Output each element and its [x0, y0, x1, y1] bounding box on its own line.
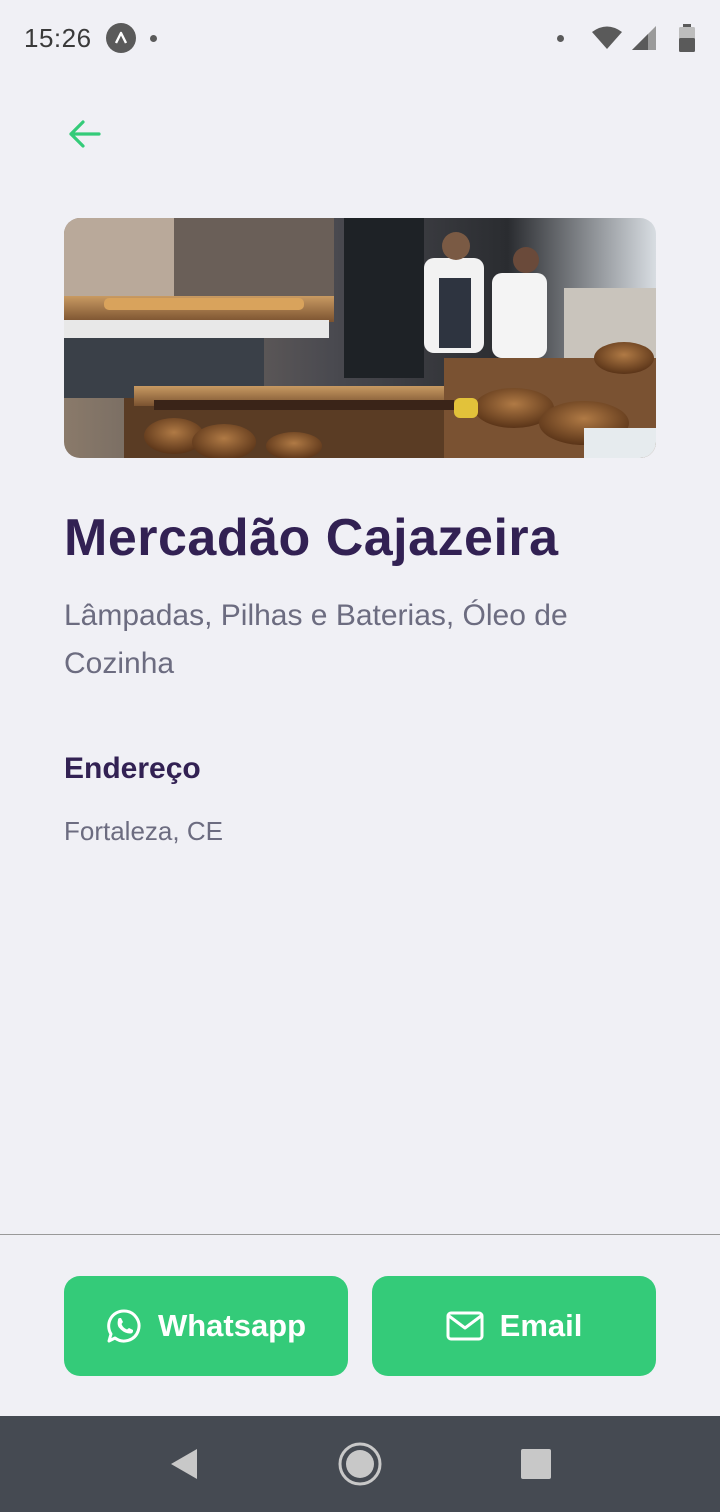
- whatsapp-label: Whatsapp: [157, 1308, 307, 1343]
- status-time: 15:26: [24, 22, 92, 53]
- battery-icon: [679, 24, 695, 52]
- dot-icon: [557, 34, 564, 42]
- status-left: 15:26: [24, 23, 157, 54]
- nav-home-button[interactable]: [332, 1436, 388, 1492]
- mail-icon: [446, 1311, 484, 1341]
- nav-recents-button[interactable]: [508, 1436, 564, 1492]
- recents-square-icon: [521, 1449, 551, 1479]
- email-button[interactable]: Email: [372, 1276, 656, 1376]
- point-image: [64, 218, 656, 458]
- whatsapp-button[interactable]: Whatsapp: [64, 1276, 348, 1376]
- nav-back-button[interactable]: [156, 1436, 212, 1492]
- email-label: Email: [499, 1308, 583, 1343]
- point-items: Lâmpadas, Pilhas e Baterias, Óleo de Coz…: [64, 599, 568, 680]
- address-value: Fortaleza, CE: [64, 816, 223, 846]
- point-name: Mercadão Cajazeira: [64, 509, 559, 567]
- arrow-left-icon: [69, 120, 101, 148]
- signal-icon: [632, 26, 656, 50]
- footer-divider: [0, 1234, 720, 1235]
- status-right: [557, 24, 696, 52]
- back-triangle-icon: [171, 1449, 197, 1479]
- back-button[interactable]: [60, 110, 108, 158]
- whatsapp-icon: [107, 1309, 141, 1343]
- dot-icon: [149, 34, 157, 42]
- home-circle-icon: [338, 1442, 382, 1486]
- address-title: Endereço: [64, 752, 201, 785]
- system-nav-bar: [0, 1416, 720, 1512]
- wifi-icon: [592, 26, 622, 49]
- app-notification-icon: [105, 23, 136, 53]
- status-bar: 15:26: [0, 0, 720, 76]
